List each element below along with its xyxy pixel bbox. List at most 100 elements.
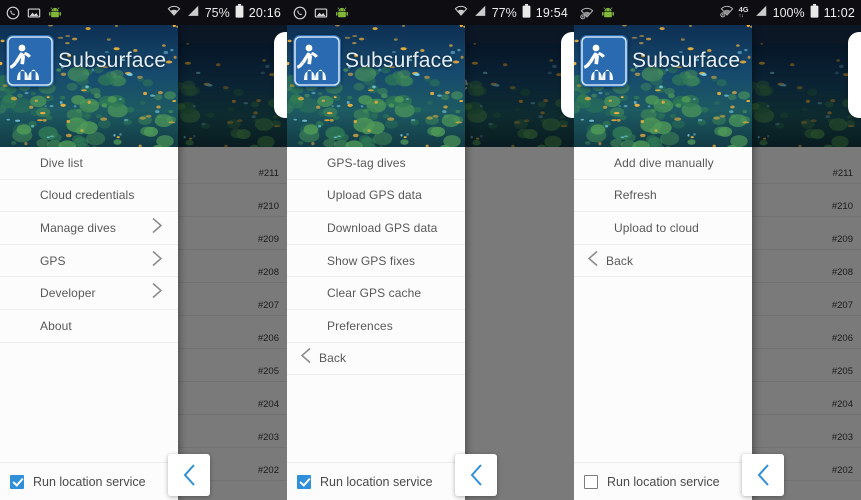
drawer-item-add-dive-manually[interactable]: Add dive manually [574,147,752,180]
drawer-item-label: Preferences [327,318,393,333]
drawer-menu[interactable]: GPS-tag dives Upload GPS data Download G… [287,147,465,500]
clock: 20:16 [248,5,281,20]
drawer-item-gps-tag-dives[interactable]: GPS-tag dives [287,147,465,180]
drawer-item-manage-dives[interactable]: Manage dives [0,212,178,245]
wifi-icon [167,4,181,21]
android-icon [336,6,348,17]
app-brand-title: Subsurface [632,49,741,72]
status-bar: 4G ↑↓ 100% 11:02 [574,0,861,25]
drawer-item-show-gps-fixes[interactable]: Show GPS fixes [287,244,465,278]
chevron-left-icon [299,348,312,369]
drawer-item-label: Refresh [614,188,657,203]
chevron-left-icon [586,250,599,271]
battery-icon [810,4,819,18]
drawer-item-preferences[interactable]: Preferences [287,309,465,343]
run-location-service-row[interactable]: Run location service [287,462,465,500]
back-button[interactable] [742,454,784,496]
drawer-item-cloud-credentials[interactable]: Cloud credentials [0,179,178,213]
drawer-item-label: Dive list [40,155,83,170]
navigation-drawer[interactable]: Subsurface GPS-tag dives Upload GPS data… [287,25,465,500]
battery-icon [235,4,244,18]
drawer-item-refresh[interactable]: Refresh [574,179,752,213]
chevron-left-icon [470,464,482,486]
run-location-service-label: Run location service [320,474,433,489]
status-left-icons [6,6,62,20]
whatsapp-icon [6,6,20,19]
status-left-icons [580,6,615,20]
signal-bars-icon [186,4,200,21]
chevron-right-icon [151,283,164,304]
drawer-item-label: GPS-tag dives [327,155,406,170]
drawer-item-label: About [40,318,72,333]
battery-icon [522,4,531,18]
screenshot-root: 04 Mar 2016 10:47 AM #211 04 Mar 2016 8:… [0,0,861,500]
edge-panel-handle[interactable] [848,32,861,118]
drawer-item-label: GPS [40,253,66,268]
chevron-left-icon [183,464,195,486]
drawer-item-label: Manage dives [40,220,116,235]
drawer-menu[interactable]: Dive list Cloud credentials Manage dives… [0,147,178,500]
drawer-item-upload-to-cloud[interactable]: Upload to cloud [574,212,752,245]
screenshot-icon [314,7,328,18]
chevron-right-icon [152,217,163,234]
run-location-service-label: Run location service [607,474,720,489]
subsurface-diver-logo [293,35,341,87]
wifi-icon [167,5,181,16]
drawer-item-label: Add dive manually [614,155,714,170]
app-brand-title: Subsurface [345,49,454,72]
app-logo [580,35,628,87]
drawer-item-about[interactable]: About [0,309,178,343]
drawer-item-developer[interactable]: Developer [0,277,178,310]
screen-manage-dives-menu: 04 Mar 2016 10:47 AM #211 04 Mar 2016 8:… [574,0,861,500]
drawer-item-label: Upload to cloud [614,220,699,235]
battery-percent: 100% [772,5,805,20]
edge-panel-handle[interactable] [274,32,287,118]
app-logo [6,35,54,87]
drawer-item-label: Download GPS data [327,220,438,235]
screenshot-icon [27,7,41,18]
screen-main-menu: 04 Mar 2016 10:47 AM #211 04 Mar 2016 8:… [0,0,287,500]
run-location-service-checkbox[interactable] [297,474,311,489]
drawer-item-dive-list[interactable]: Dive list [0,147,178,180]
drawer-menu[interactable]: Add dive manually Refresh Upload to clou… [574,147,752,500]
app-logo [293,35,341,87]
run-location-service-row[interactable]: Run location service [0,462,178,500]
status-right-cluster: 75% 20:16 [167,4,281,21]
drawer-item-label: Back [319,351,347,366]
drawer-item-back[interactable]: Back [574,244,752,278]
drawer-item-gps[interactable]: GPS [0,244,178,278]
run-location-service-checkbox[interactable] [10,474,24,489]
drawer-header: Subsurface [574,25,752,147]
drawer-item-clear-gps-cache[interactable]: Clear GPS cache [287,277,465,310]
chevron-right-icon [152,283,163,299]
back-button[interactable] [455,454,497,496]
signal-bars-icon [755,5,766,16]
subsurface-diver-logo [6,35,54,87]
navigation-drawer[interactable]: Subsurface Dive list Cloud credentials M… [0,25,178,500]
chevron-right-icon [152,250,163,266]
status-bar: 75% 20:16 [0,0,287,25]
clock: 19:54 [535,5,568,20]
edge-panel-handle[interactable] [561,32,574,118]
drawer-item-download-gps-data[interactable]: Download GPS data [287,212,465,245]
signal-bars-icon [474,5,485,16]
wifi-off-icon [719,5,733,18]
run-location-service-label: Run location service [33,474,146,489]
wifi-icon [719,4,734,21]
run-location-service-checkbox[interactable] [584,474,598,489]
signal-bars-icon [187,5,198,16]
signal-bars-icon [754,4,768,21]
signal-bars-icon [473,4,487,21]
chevron-left-icon [300,348,311,364]
drawer-item-label: Upload GPS data [327,188,422,203]
battery-icon [810,4,819,21]
run-location-service-row[interactable]: Run location service [574,462,752,500]
drawer-item-label: Developer [40,286,96,301]
drawer-item-upload-gps-data[interactable]: Upload GPS data [287,179,465,213]
back-button[interactable] [168,454,210,496]
navigation-drawer[interactable]: Subsurface Add dive manually Refresh Upl… [574,25,752,500]
drawer-item-back[interactable]: Back [287,342,465,376]
wifi-off-icon [580,7,594,19]
battery-percent: 77% [491,5,517,20]
drawer-item-label: Cloud credentials [40,188,135,203]
